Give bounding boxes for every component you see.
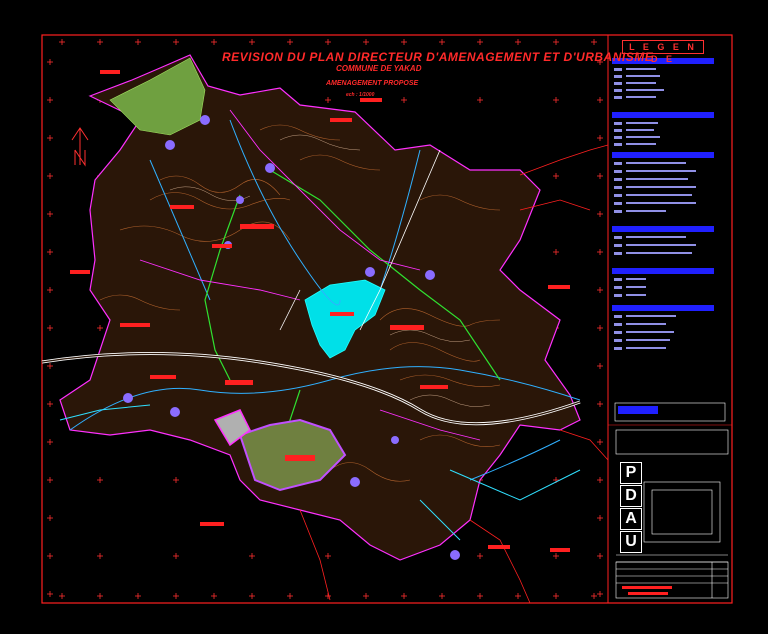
cartouche-letter-p: P	[620, 462, 642, 484]
cartouche-letter-a: A	[620, 508, 642, 530]
map-drawing	[41, 34, 733, 604]
legend-heading: L E G E N D E	[622, 40, 704, 64]
legend-panel	[612, 58, 726, 422]
map-title: REVISION DU PLAN DIRECTEUR D'AMENAGEMENT…	[222, 50, 654, 64]
map-scale: ech : 1/1000	[346, 92, 375, 98]
map-subtitle-2: AMENAGEMENT PROPOSE	[326, 80, 419, 87]
commune-territory	[41, 54, 609, 604]
cartouche-letter-d: D	[620, 485, 642, 507]
cartouche-letter-u: U	[620, 531, 642, 553]
map-subtitle: COMMUNE DE YAKAD	[336, 64, 422, 73]
north-arrow-icon	[71, 127, 89, 167]
